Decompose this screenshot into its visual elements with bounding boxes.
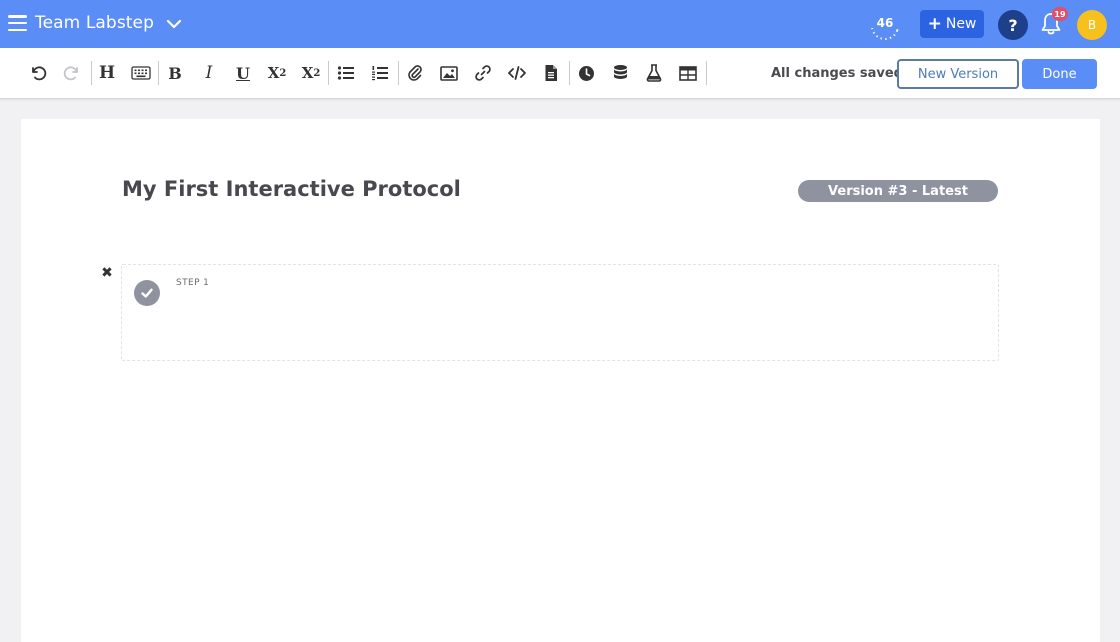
toolbar-divider (569, 61, 570, 85)
notifications-badge: 19 (1052, 7, 1068, 21)
bullet-list-icon[interactable] (335, 62, 357, 84)
toolbar-divider (328, 61, 329, 85)
new-version-button[interactable]: New Version (897, 59, 1019, 89)
file-icon[interactable] (540, 62, 562, 84)
numbered-list-icon[interactable] (369, 62, 391, 84)
superscript-icon[interactable]: X2 (300, 62, 322, 84)
subscript-icon[interactable]: X2 (266, 62, 288, 84)
keyboard-icon[interactable] (130, 62, 152, 84)
done-button[interactable]: Done (1022, 59, 1097, 89)
flask-icon[interactable] (643, 62, 665, 84)
link-icon[interactable] (472, 62, 494, 84)
step-label: STEP 1 (176, 278, 210, 288)
page-title[interactable]: My First Interactive Protocol (122, 177, 461, 201)
top-navigation-bar: Team Labstep 46 + New ? 19 B (0, 0, 1120, 48)
code-icon[interactable] (506, 62, 528, 84)
workspace-name[interactable]: Team Labstep (35, 13, 154, 33)
image-icon[interactable] (438, 62, 460, 84)
toolbar-divider (398, 61, 399, 85)
paperclip-icon[interactable] (404, 62, 426, 84)
bold-icon[interactable]: B (164, 62, 186, 84)
step-container[interactable] (121, 264, 999, 361)
table-icon[interactable] (677, 62, 699, 84)
italic-icon[interactable]: I (198, 62, 220, 84)
version-badge[interactable]: Version #3 - Latest (798, 180, 998, 202)
close-icon[interactable]: ✖ (100, 265, 114, 281)
heading-icon[interactable]: H (96, 62, 118, 84)
undo-icon[interactable] (27, 62, 49, 84)
redo-icon[interactable] (61, 62, 83, 84)
new-button-label: New (945, 16, 977, 32)
clock-icon[interactable] (575, 62, 597, 84)
plus-icon: + (927, 13, 942, 34)
check-icon[interactable] (134, 280, 160, 306)
editor-toolbar: H B I U X2 X2 All changes saved New Vers… (0, 48, 1120, 99)
counter-value: 46 (876, 16, 894, 30)
help-button[interactable]: ? (998, 10, 1028, 40)
avatar[interactable]: B (1077, 10, 1107, 40)
toolbar-divider (706, 61, 707, 85)
toolbar-divider (91, 61, 92, 85)
new-button[interactable]: + New (920, 10, 984, 38)
activity-counter[interactable]: 46 (868, 10, 902, 42)
database-icon[interactable] (609, 62, 631, 84)
chevron-down-icon[interactable] (166, 16, 182, 32)
toolbar-divider (158, 61, 159, 85)
hamburger-icon[interactable] (8, 15, 27, 31)
underline-icon[interactable]: U (232, 62, 254, 84)
save-status: All changes saved (771, 66, 903, 81)
